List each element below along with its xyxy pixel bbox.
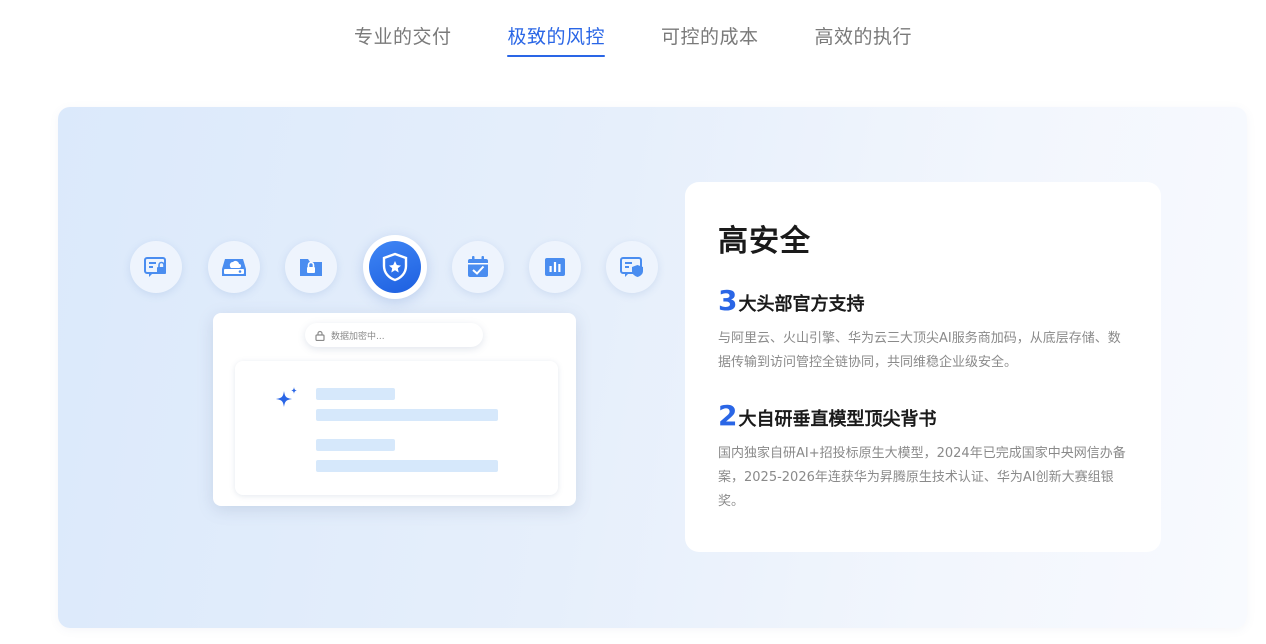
encryption-status-text: 数据加密中... <box>331 331 385 342</box>
encryption-status-pill: 数据加密中... <box>305 323 483 347</box>
encryption-preview-card: 数据加密中... <box>213 313 576 506</box>
feature-title: 2 大自研垂直模型顶尖背书 <box>718 399 1129 432</box>
secure-message-icon <box>130 241 182 293</box>
feature-heading: 大头部官方支持 <box>738 294 865 315</box>
shield-icon <box>363 235 427 299</box>
calendar-check-icon <box>452 241 504 293</box>
feature-number: 2 <box>718 399 738 432</box>
tab-execution[interactable]: 高效的执行 <box>815 22 913 57</box>
skeleton-line <box>316 460 498 472</box>
lock-icon <box>315 330 325 341</box>
secure-folder-icon <box>285 241 337 293</box>
feature-description: 国内独家自研AI+招投标原生大模型，2024年已完成国家中央网信办备案，2025… <box>718 446 1126 509</box>
feature-description: 与阿里云、火山引擎、华为云三大顶尖AI服务商加码，从底层存储、数据传输到访问管控… <box>718 331 1121 370</box>
feature-number: 3 <box>718 284 738 317</box>
feature-item: 3 大头部官方支持 与阿里云、火山引擎、华为云三大顶尖AI服务商加码，从底层存储… <box>718 284 1129 375</box>
secure-chat-shield-icon <box>606 241 658 293</box>
security-info-card: 高安全 3 大头部官方支持 与阿里云、火山引擎、华为云三大顶尖AI服务商加码，从… <box>685 182 1161 552</box>
feature-item: 2 大自研垂直模型顶尖背书 国内独家自研AI+招投标原生大模型，2024年已完成… <box>718 399 1129 514</box>
info-title: 高安全 <box>718 224 811 259</box>
shield-icon-inner <box>369 241 421 293</box>
tab-bar: 专业的交付 极致的风控 可控的成本 高效的执行 <box>0 22 1266 57</box>
feature-heading: 大自研垂直模型顶尖背书 <box>738 409 937 430</box>
sparkle-icon <box>276 387 297 407</box>
cloud-storage-icon <box>208 241 260 293</box>
icon-row <box>130 235 658 299</box>
bar-chart-icon <box>529 241 581 293</box>
tab-cost[interactable]: 可控的成本 <box>661 22 759 57</box>
skeleton-line <box>316 439 395 451</box>
skeleton-line <box>316 388 395 400</box>
skeleton-line <box>316 409 498 421</box>
feature-panel: 数据加密中... 高安全 3 大头部官方支持 与阿里云、火山引擎、华为云三大顶尖… <box>58 107 1247 628</box>
feature-title: 3 大头部官方支持 <box>718 284 1129 317</box>
tab-delivery[interactable]: 专业的交付 <box>354 22 452 57</box>
tab-risk-control[interactable]: 极致的风控 <box>507 22 605 57</box>
encryption-preview-content <box>235 361 558 495</box>
